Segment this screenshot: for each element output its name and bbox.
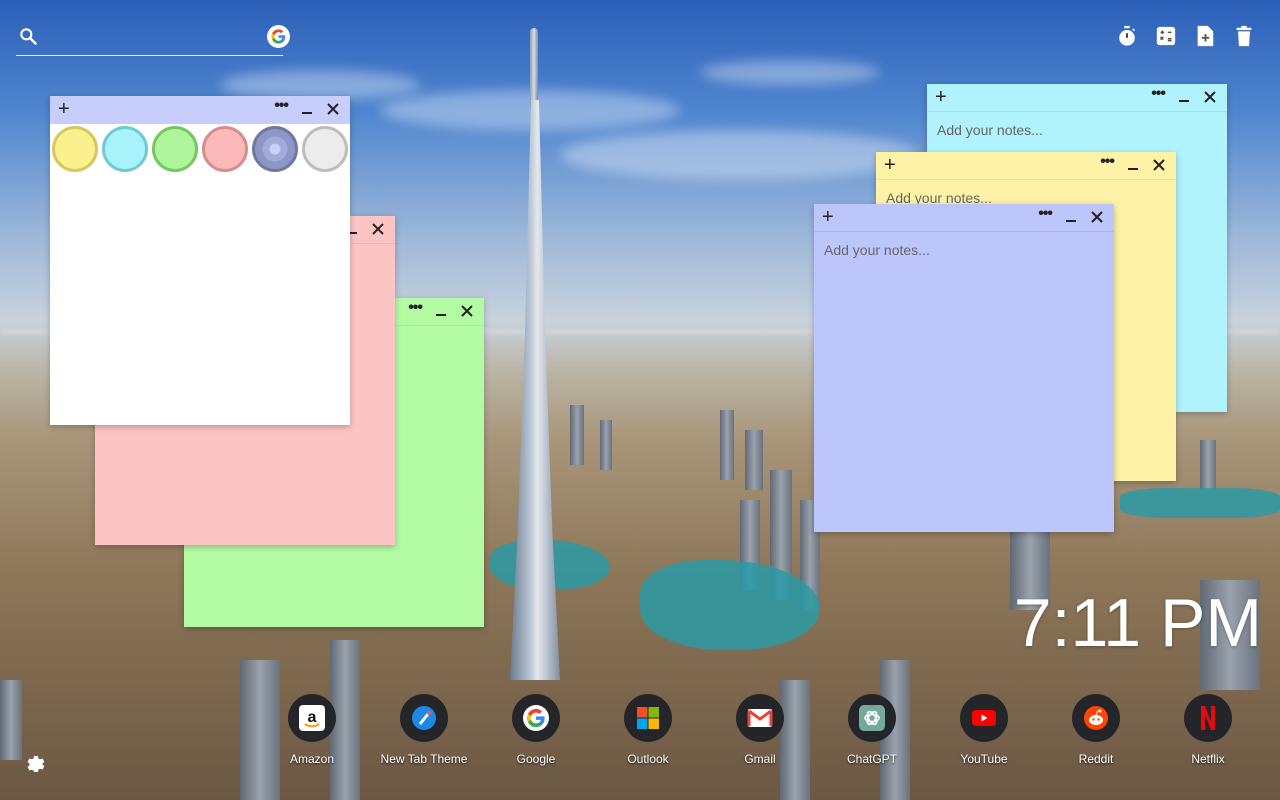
new-tab-theme-icon [400, 694, 448, 742]
close-icon[interactable] [369, 220, 387, 238]
color-swatch-cyan[interactable] [102, 126, 148, 172]
shortcuts-dock: a Amazon New Tab Theme Google Outlook Gm… [256, 694, 1264, 774]
color-swatch-yellow[interactable] [52, 126, 98, 172]
shortcut-label: Google [516, 752, 556, 766]
search-bar [16, 20, 290, 56]
close-icon[interactable] [1201, 88, 1219, 106]
svg-text:a: a [308, 709, 317, 726]
timer-icon[interactable] [1115, 24, 1139, 48]
trash-icon[interactable] [1232, 24, 1256, 48]
color-swatch-pink[interactable] [202, 126, 248, 172]
shortcut-google[interactable]: Google [480, 694, 592, 766]
reddit-icon [1072, 694, 1120, 742]
note-header: + ••• [50, 96, 350, 124]
add-file-icon[interactable] [1193, 24, 1217, 48]
add-note-icon[interactable]: + [884, 155, 896, 175]
more-options-icon[interactable]: ••• [274, 97, 289, 115]
note-header: + ••• [814, 204, 1114, 232]
minimize-icon[interactable] [436, 304, 446, 316]
close-icon[interactable] [458, 302, 476, 320]
minimize-icon[interactable] [1128, 158, 1138, 170]
shortcut-outlook[interactable]: Outlook [592, 694, 704, 766]
shortcut-chatgpt[interactable]: ChatGPT [816, 694, 928, 766]
add-note-icon[interactable]: + [822, 207, 834, 227]
shortcut-label: Gmail [744, 752, 776, 766]
note-text[interactable]: Add your notes... [824, 242, 930, 258]
note-header: + ••• [927, 84, 1227, 112]
shortcut-youtube[interactable]: YouTube [928, 694, 1040, 766]
note-text[interactable]: Add your notes... [937, 122, 1043, 138]
toolbar [1115, 24, 1256, 48]
search-icon[interactable] [18, 26, 38, 46]
color-swatch-green[interactable] [152, 126, 198, 172]
sticky-note-white[interactable]: + ••• [50, 96, 350, 425]
more-options-icon[interactable]: ••• [1100, 153, 1115, 171]
shortcut-label: Reddit [1078, 752, 1114, 766]
shortcut-reddit[interactable]: Reddit [1040, 694, 1152, 766]
amazon-icon: a [288, 694, 336, 742]
shortcut-label: Outlook [627, 752, 669, 766]
minimize-icon[interactable] [1066, 210, 1076, 222]
add-note-icon[interactable]: + [58, 99, 70, 119]
minimize-icon[interactable] [1179, 90, 1189, 102]
calculator-icon[interactable] [1154, 24, 1178, 48]
minimize-icon[interactable] [302, 102, 312, 114]
shortcut-netflix[interactable]: Netflix [1152, 694, 1264, 766]
google-search-engine-icon[interactable] [267, 25, 290, 48]
close-icon[interactable] [1150, 156, 1168, 174]
shortcut-label: Netflix [1191, 752, 1225, 766]
more-options-icon[interactable]: ••• [408, 299, 423, 317]
shortcut-new-tab-theme[interactable]: New Tab Theme [368, 694, 480, 766]
outlook-icon [624, 694, 672, 742]
add-note-icon[interactable]: + [935, 87, 947, 107]
gmail-icon [736, 694, 784, 742]
netflix-icon [1184, 694, 1232, 742]
sticky-note-blue[interactable]: + ••• Add your notes... [814, 204, 1114, 532]
shortcut-label: YouTube [960, 752, 1008, 766]
close-icon[interactable] [324, 100, 342, 118]
note-header: + ••• [876, 152, 1176, 180]
color-swatch-grey[interactable] [302, 126, 348, 172]
shortcut-label: New Tab Theme [380, 752, 468, 766]
settings-gear-icon[interactable] [24, 752, 48, 776]
shortcut-gmail[interactable]: Gmail [704, 694, 816, 766]
shortcut-amazon[interactable]: a Amazon [256, 694, 368, 766]
chatgpt-icon [848, 694, 896, 742]
close-icon[interactable] [1088, 208, 1106, 226]
shortcut-label: ChatGPT [846, 752, 897, 766]
color-picker [52, 126, 348, 172]
clock: 7:11 PM [1013, 585, 1262, 661]
youtube-icon [960, 694, 1008, 742]
shortcut-label: Amazon [289, 752, 335, 766]
more-options-icon[interactable]: ••• [1038, 205, 1053, 223]
google-icon [512, 694, 560, 742]
more-options-icon[interactable]: ••• [1151, 85, 1166, 103]
color-swatch-blue[interactable] [252, 126, 298, 172]
search-input[interactable] [48, 24, 238, 50]
